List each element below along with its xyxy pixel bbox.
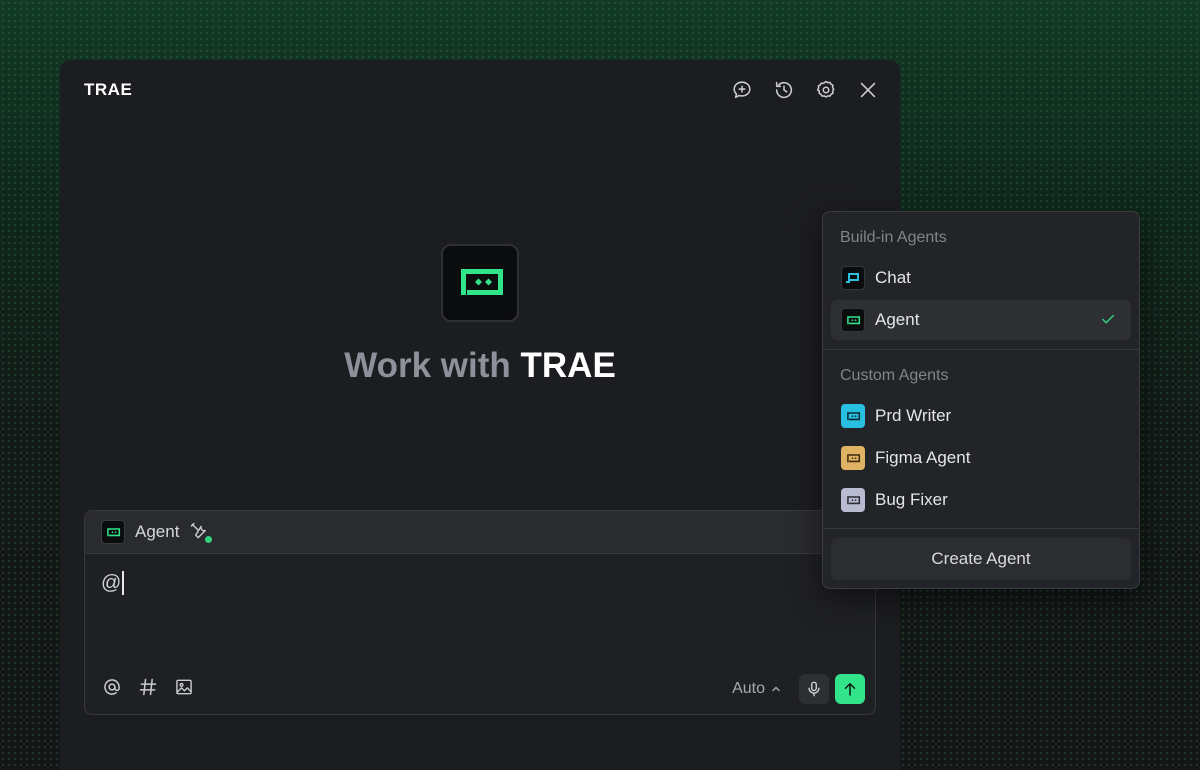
headline-prefix: Work with [344, 346, 511, 385]
agent-dropdown: Build-in Agents Chat Agent Custom Agents [822, 211, 1140, 589]
agent-option-chat[interactable]: Chat [831, 258, 1131, 298]
dropdown-divider [823, 349, 1139, 350]
text-caret [122, 571, 124, 595]
microphone-button[interactable] [799, 674, 829, 704]
trae-logo-icon [461, 269, 503, 295]
settings-icon[interactable] [810, 76, 842, 104]
chat-panel: TRAE Work with TRAE Agent @ Auto [60, 60, 900, 770]
agent-option-bug-fixer[interactable]: Bug Fixer [831, 480, 1131, 520]
welcome-headline: Work with TRAE [60, 346, 900, 386]
headline-brand: TRAE [520, 346, 616, 385]
builtin-agents-title: Build-in Agents [840, 229, 947, 246]
agent-mode-bar[interactable]: Agent [85, 511, 875, 554]
window-title: TRAE [84, 80, 133, 99]
history-icon[interactable] [768, 76, 800, 104]
composer-actions: Auto [732, 674, 865, 704]
trae-logo [441, 244, 519, 322]
prd-writer-icon [841, 404, 865, 428]
agent-option-label: Bug Fixer [875, 490, 948, 509]
checkmark-icon [1102, 314, 1114, 324]
chevron-up-icon [772, 686, 780, 692]
header-actions [726, 76, 884, 104]
agent-option-label: Prd Writer [875, 406, 952, 425]
image-icon[interactable] [171, 674, 197, 700]
composer-tools [99, 674, 197, 700]
model-select[interactable]: Auto [732, 680, 781, 698]
new-chat-icon[interactable] [726, 76, 758, 104]
agent-option-figma-agent[interactable]: Figma Agent [831, 438, 1131, 478]
message-input[interactable]: @ [101, 571, 124, 595]
agent-icon [101, 520, 125, 544]
bug-fixer-icon [841, 488, 865, 512]
tools-icon[interactable] [189, 521, 213, 543]
agent-icon [841, 308, 865, 332]
agent-option-agent[interactable]: Agent [831, 300, 1131, 340]
create-agent-button[interactable]: Create Agent [831, 538, 1131, 580]
agent-option-prd-writer[interactable]: Prd Writer [831, 396, 1131, 436]
arrow-up-icon [844, 683, 856, 696]
chat-agent-icon [841, 266, 865, 290]
dropdown-divider [823, 528, 1139, 529]
message-composer: Agent @ Auto [84, 510, 876, 715]
close-icon[interactable] [852, 76, 884, 104]
model-select-label: Auto [732, 680, 765, 697]
agent-mode-label: Agent [135, 522, 180, 541]
send-button[interactable] [835, 674, 865, 704]
microphone-icon [808, 681, 820, 697]
agent-option-label: Figma Agent [875, 448, 971, 467]
figma-agent-icon [841, 446, 865, 470]
message-input-value: @ [101, 571, 122, 594]
custom-agents-title: Custom Agents [840, 367, 949, 384]
mention-icon[interactable] [99, 674, 125, 700]
tools-status-dot [205, 536, 213, 543]
agent-option-label: Agent [875, 310, 920, 329]
hashtag-icon[interactable] [135, 674, 161, 700]
agent-option-label: Chat [875, 268, 911, 287]
